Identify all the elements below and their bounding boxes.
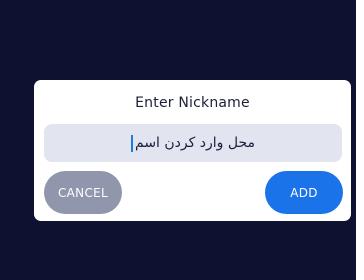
- text-caret: [131, 134, 133, 152]
- cancel-button[interactable]: CANCEL: [44, 171, 122, 214]
- add-button[interactable]: ADD: [265, 171, 343, 214]
- dialog-title: Enter Nickname: [135, 95, 250, 111]
- nickname-input-value: محل وارد کردن اسم: [135, 135, 255, 151]
- nickname-input[interactable]: محل وارد کردن اسم: [44, 124, 342, 162]
- nickname-dialog: Enter Nickname محل وارد کردن اسم CANCEL …: [34, 80, 351, 221]
- nickname-input-content[interactable]: محل وارد کردن اسم: [131, 134, 255, 152]
